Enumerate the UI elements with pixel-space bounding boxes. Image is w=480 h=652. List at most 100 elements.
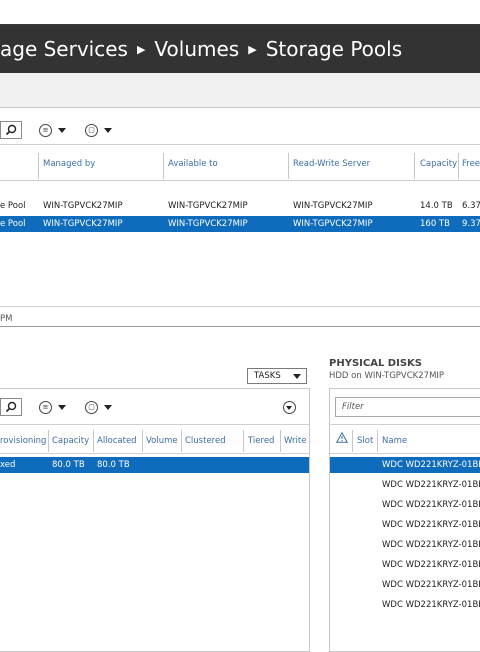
column-header-capacity[interactable]: Capacity bbox=[52, 436, 89, 446]
free-cell: 9.37 bbox=[462, 219, 480, 229]
managed-by-cell: WIN-TGPVCK27MIP bbox=[43, 219, 123, 229]
chevron-down-icon[interactable] bbox=[58, 128, 66, 133]
breadcrumb-separator-icon: ▶ bbox=[136, 43, 146, 56]
column-divider bbox=[352, 430, 353, 452]
column-header-available-to[interactable]: Available to bbox=[168, 159, 218, 169]
column-header-tiered[interactable]: Tiered bbox=[248, 436, 274, 446]
free-cell: 6.37 bbox=[462, 201, 480, 211]
table-row[interactable]: WDC WD221KRYZ-01BE bbox=[330, 577, 480, 593]
column-divider bbox=[93, 430, 94, 452]
divider bbox=[0, 107, 480, 108]
divider bbox=[330, 424, 480, 425]
disk-name-cell: WDC WD221KRYZ-01BE bbox=[382, 560, 480, 570]
chevron-down-icon[interactable] bbox=[104, 128, 112, 133]
column-divider bbox=[288, 153, 289, 179]
column-divider bbox=[377, 430, 378, 452]
column-divider bbox=[38, 153, 39, 179]
column-header-name[interactable]: Name bbox=[382, 436, 407, 446]
capacity-cell: 14.0 TB bbox=[420, 201, 453, 211]
table-row-selected[interactable]: e Pool WIN-TGPVCK27MIP WIN-TGPVCK27MIP W… bbox=[0, 216, 480, 232]
expand-icon[interactable] bbox=[283, 401, 296, 414]
column-divider bbox=[181, 430, 182, 452]
column-divider bbox=[458, 153, 459, 179]
column-divider bbox=[280, 430, 281, 452]
table-row[interactable]: WDC WD221KRYZ-01BE bbox=[330, 477, 480, 493]
list-view-icon[interactable]: ≡ bbox=[39, 401, 52, 414]
column-header-managed-by[interactable]: Managed by bbox=[43, 159, 95, 169]
column-divider bbox=[243, 430, 244, 452]
divider bbox=[0, 306, 480, 307]
search-button[interactable] bbox=[0, 121, 22, 139]
provisioning-cell: xed bbox=[0, 460, 16, 470]
warning-icon bbox=[336, 432, 348, 443]
save-query-icon[interactable]: ▢ bbox=[85, 401, 98, 414]
disk-name-cell: WDC WD221KRYZ-01BE bbox=[382, 500, 480, 510]
column-divider bbox=[414, 153, 415, 179]
last-refreshed-text: PM bbox=[0, 314, 13, 324]
column-header-rw-server[interactable]: Read-Write Server bbox=[293, 159, 370, 169]
tasks-dropdown[interactable]: TASKS bbox=[247, 368, 307, 384]
breadcrumb-item[interactable]: Volumes bbox=[154, 37, 239, 61]
breadcrumb-separator-icon: ▶ bbox=[248, 43, 257, 56]
table-row[interactable]: WDC WD221KRYZ-01BE bbox=[330, 537, 480, 553]
column-divider bbox=[163, 153, 164, 179]
breadcrumb: age Services ▶ Volumes ▶ Storage Pools bbox=[0, 25, 402, 73]
table-row[interactable]: WDC WD221KRYZ-01BE bbox=[330, 497, 480, 513]
divider bbox=[0, 180, 480, 181]
pool-name-cell: e Pool bbox=[0, 201, 26, 211]
physical-disks-subtitle: HDD on WIN-TGPVCK27MIP bbox=[329, 371, 445, 381]
rw-server-cell: WIN-TGPVCK27MIP bbox=[293, 201, 373, 211]
list-view-icon[interactable]: ≡ bbox=[39, 124, 52, 137]
search-icon bbox=[5, 401, 17, 413]
disk-name-cell: WDC WD221KRYZ-01BE bbox=[382, 480, 480, 490]
table-row[interactable]: WDC WD221KRYZ-01BE bbox=[330, 517, 480, 533]
disk-name-cell: WDC WD221KRYZ-01BE bbox=[382, 600, 480, 610]
column-header-write[interactable]: Write bbox=[284, 436, 306, 446]
allocated-cell: 80.0 TB bbox=[97, 460, 130, 470]
column-header-clustered[interactable]: Clustered bbox=[185, 436, 226, 446]
search-icon bbox=[5, 124, 17, 136]
capacity-cell: 160 TB bbox=[420, 219, 450, 229]
search-button[interactable] bbox=[0, 398, 22, 416]
table-row[interactable]: WDC WD221KRYZ-01BE bbox=[330, 557, 480, 573]
breadcrumb-item[interactable]: Storage Pools bbox=[266, 37, 402, 61]
divider bbox=[0, 424, 310, 425]
table-row-selected[interactable]: xed 80.0 TB 80.0 TB bbox=[0, 457, 309, 473]
column-divider bbox=[48, 430, 49, 452]
save-query-icon[interactable]: ▢ bbox=[85, 124, 98, 137]
disk-name-cell: WDC WD221KRYZ-01BE bbox=[382, 540, 480, 550]
column-divider bbox=[142, 430, 143, 452]
column-header-provisioning[interactable]: rovisioning bbox=[0, 436, 46, 446]
tasks-label: TASKS bbox=[254, 371, 281, 381]
managed-by-cell: WIN-TGPVCK27MIP bbox=[43, 201, 123, 211]
column-header-volume[interactable]: Volume bbox=[146, 436, 178, 446]
section-divider bbox=[0, 326, 480, 327]
available-to-cell: WIN-TGPVCK27MIP bbox=[168, 201, 248, 211]
breadcrumb-item[interactable]: age Services bbox=[0, 37, 128, 61]
virtual-disks-panel bbox=[0, 388, 310, 652]
column-header-slot[interactable]: Slot bbox=[357, 436, 373, 446]
disk-name-cell: WDC WD221KRYZ-01BE bbox=[382, 580, 480, 590]
table-row-selected[interactable]: WDC WD221KRYZ-01BE bbox=[330, 457, 480, 473]
disk-name-cell: WDC WD221KRYZ-01BE bbox=[382, 520, 480, 530]
physical-disks-title: PHYSICAL DISKS bbox=[329, 358, 422, 369]
table-row[interactable]: WDC WD221KRYZ-01BE bbox=[330, 597, 480, 613]
pool-name-cell: e Pool bbox=[0, 219, 26, 229]
window-top-strip bbox=[0, 0, 480, 25]
column-header-free[interactable]: Free bbox=[462, 159, 480, 169]
chevron-down-icon[interactable] bbox=[58, 405, 66, 410]
chevron-down-icon[interactable] bbox=[104, 405, 112, 410]
column-header-allocated[interactable]: Allocated bbox=[97, 436, 137, 446]
divider bbox=[330, 453, 480, 454]
column-header-capacity[interactable]: Capacity bbox=[420, 159, 457, 169]
header-strip bbox=[0, 73, 480, 107]
filter-input[interactable]: Filter bbox=[335, 397, 480, 417]
divider bbox=[0, 144, 480, 145]
table-row[interactable]: e Pool WIN-TGPVCK27MIP WIN-TGPVCK27MIP W… bbox=[0, 198, 480, 214]
available-to-cell: WIN-TGPVCK27MIP bbox=[168, 219, 248, 229]
rw-server-cell: WIN-TGPVCK27MIP bbox=[293, 219, 373, 229]
capacity-cell: 80.0 TB bbox=[52, 460, 85, 470]
divider bbox=[0, 453, 310, 454]
filter-placeholder: Filter bbox=[342, 402, 364, 412]
disk-name-cell: WDC WD221KRYZ-01BE bbox=[382, 460, 480, 470]
